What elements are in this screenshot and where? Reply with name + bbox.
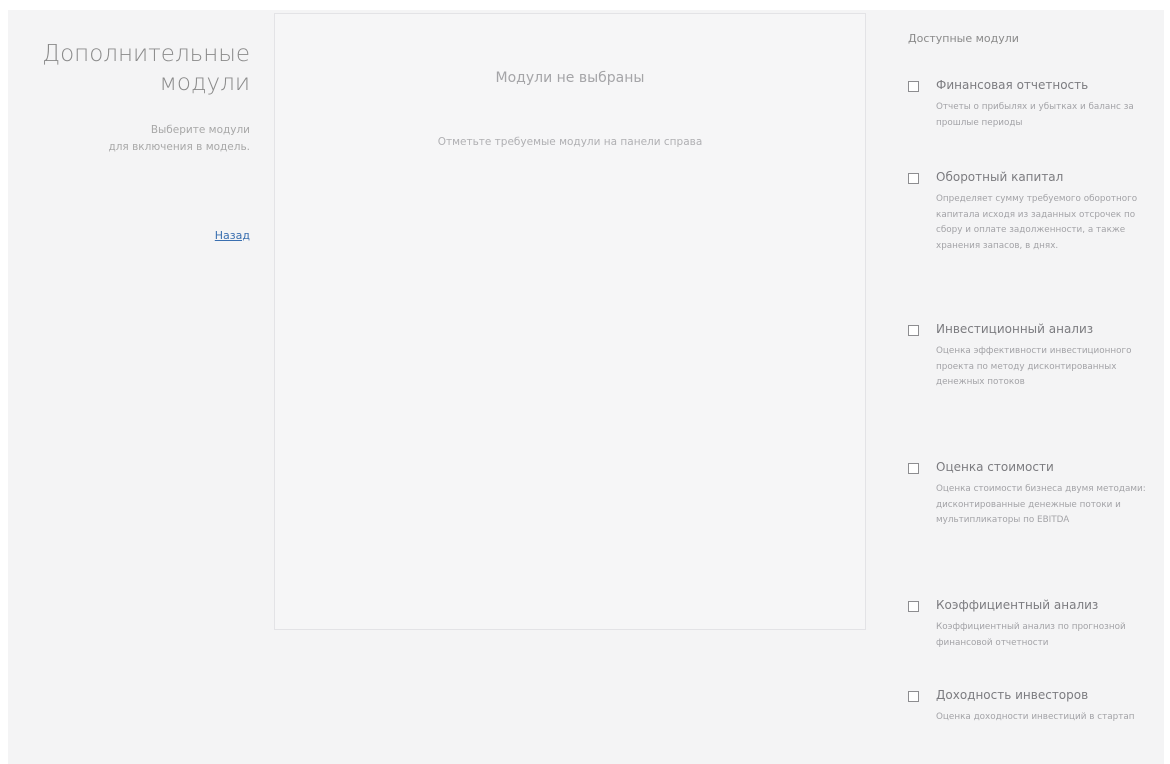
empty-state-title: Модули не выбраны [495, 70, 645, 86]
available-modules-header: Доступные модули [908, 32, 1019, 45]
module-description: Оценка стоимости бизнеса двумя методами:… [936, 484, 1146, 525]
module-title[interactable]: Доходность инвесторов [936, 688, 1088, 702]
page-subtitle-line2: для включения в модель. [108, 141, 250, 153]
selected-modules-panel: Модули не выбраны Отметьте требуемые мод… [274, 13, 866, 630]
page-frame: Дополнительные модули Выберите модули дл… [8, 10, 1164, 764]
module-title[interactable]: Оценка стоимости [936, 460, 1054, 474]
module-title[interactable]: Финансовая отчетность [936, 78, 1088, 92]
module-title[interactable]: Оборотный капитал [936, 170, 1063, 184]
page-subtitle: Выберите модули для включения в модель. [10, 122, 250, 156]
page-subtitle-line1: Выберите модули [150, 124, 250, 136]
module-description: Оценка эффективности инвестиционного про… [936, 346, 1132, 387]
module-description: Оценка доходности инвестиций в стартап [936, 712, 1135, 722]
page-title: Дополнительные модули [10, 40, 250, 98]
module-title[interactable]: Инвестиционный анализ [936, 322, 1093, 336]
module-checkbox-investment-analysis[interactable] [908, 325, 919, 336]
left-panel: Дополнительные модули Выберите модули дл… [8, 10, 258, 764]
back-link[interactable]: Назад [215, 229, 250, 242]
available-modules-panel: Доступные модули Финансовая отчетность О… [906, 10, 1164, 764]
module-description: Определяет сумму требуемого оборотного к… [936, 194, 1138, 251]
empty-state-hint: Отметьте требуемые модули на панели спра… [437, 136, 703, 148]
page-title-line1: Дополнительные [42, 41, 250, 67]
page-title-line2: модули [159, 70, 250, 96]
module-checkbox-investor-returns[interactable] [908, 691, 919, 702]
module-description: Коэффициентный анализ по прогнозной фина… [936, 622, 1126, 648]
module-checkbox-financial-statements[interactable] [908, 81, 919, 92]
module-checkbox-working-capital[interactable] [908, 173, 919, 184]
module-title[interactable]: Коэффициентный анализ [936, 598, 1098, 612]
module-checkbox-ratio-analysis[interactable] [908, 601, 919, 612]
module-description: Отчеты о прибылях и убытках и баланс за … [936, 102, 1134, 128]
module-checkbox-valuation[interactable] [908, 463, 919, 474]
